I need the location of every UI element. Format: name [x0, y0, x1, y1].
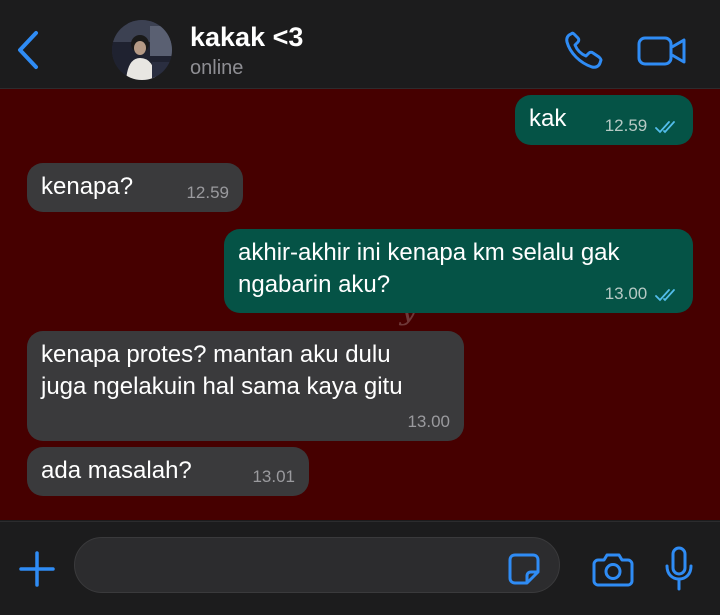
avatar[interactable] [112, 20, 172, 80]
message-bubble-incoming[interactable]: kenapa? 12.59 [27, 163, 243, 212]
phone-icon[interactable] [562, 30, 606, 72]
message-bubble-outgoing[interactable]: kak 12.59 [515, 95, 693, 145]
message-time: 13.01 [252, 467, 295, 486]
microphone-icon[interactable] [664, 546, 694, 592]
plus-icon[interactable] [18, 550, 56, 588]
message-text: kenapa? [41, 173, 134, 200]
message-time: 13.00 [407, 412, 450, 431]
message-input[interactable] [74, 537, 560, 593]
sticker-icon[interactable] [507, 552, 541, 586]
chat-header: kakak <3 online [0, 0, 720, 89]
message-time: 12.59 [605, 116, 679, 136]
double-check-icon [655, 120, 675, 133]
video-camera-icon[interactable] [636, 32, 688, 70]
message-time: 13.00 [605, 284, 679, 304]
message-time: 12.59 [186, 183, 229, 202]
contact-name[interactable]: kakak <3 [190, 22, 303, 53]
message-text: ada masalah? [41, 457, 192, 484]
camera-icon[interactable] [592, 551, 634, 587]
chat-area[interactable]: y kak 12.59 kenapa? 12.59 akhir-akhir in… [0, 89, 720, 520]
message-text: kak [529, 105, 567, 132]
message-bubble-incoming[interactable]: ada masalah? 13.01 [27, 447, 309, 496]
contact-status: online [190, 57, 244, 79]
chevron-left-icon[interactable] [14, 30, 42, 70]
message-text: kenapa protes? mantan aku dulu juga ngel… [41, 341, 403, 400]
message-text: akhir-akhir ini kenapa km selalu gak nga… [238, 239, 620, 298]
double-check-icon [655, 288, 675, 301]
message-bubble-incoming[interactable]: kenapa protes? mantan aku dulu juga ngel… [27, 331, 464, 441]
message-bubble-outgoing[interactable]: akhir-akhir ini kenapa km selalu gak nga… [224, 229, 693, 313]
message-input-bar [0, 521, 720, 615]
